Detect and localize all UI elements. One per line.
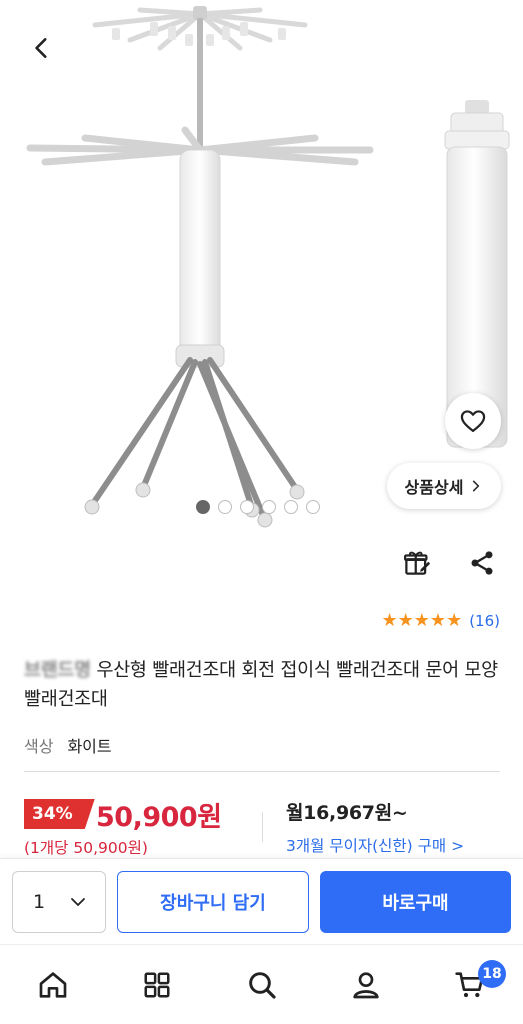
quantity-select[interactable]: 1 (12, 871, 106, 933)
product-detail-label: 상품상세 (404, 478, 464, 497)
quantity-value: 1 (33, 891, 46, 913)
back-button[interactable] (22, 28, 62, 68)
pagination-dot[interactable] (196, 500, 210, 514)
pagination-dot[interactable] (262, 500, 276, 514)
selected-option: 색상 화이트 (24, 733, 112, 757)
category-grid-icon (144, 972, 170, 998)
wishlist-button[interactable] (445, 393, 501, 449)
option-value: 화이트 (67, 737, 112, 756)
search-icon (249, 972, 276, 999)
installment-link[interactable]: 3개월 무이자(신한) 구매 > (286, 834, 464, 856)
pagination-dot[interactable] (284, 500, 298, 514)
nav-search[interactable] (242, 965, 282, 1005)
heart-outline-icon (460, 410, 486, 433)
home-icon (39, 972, 67, 998)
product-image-rack (26, 6, 374, 528)
product-image-gallery[interactable]: 상품상세 (0, 0, 523, 535)
pagination-dot[interactable] (240, 500, 254, 514)
nav-home[interactable] (33, 965, 73, 1005)
chevron-down-icon (71, 898, 85, 906)
share-button[interactable] (465, 546, 499, 580)
divider (24, 771, 500, 772)
product-title: 브랜드명 우산형 빨래건조대 회전 접이식 빨래건조대 문어 모양 빨래건조대 (24, 656, 504, 714)
product-name: 우산형 빨래건조대 회전 접이식 빨래건조대 문어 모양 빨래건조대 (24, 660, 498, 710)
unit-price: (1개당 50,900원) (24, 839, 148, 857)
bottom-nav (0, 944, 523, 1024)
purchase-bar: 1 장바구니 담기 바로구매 (0, 858, 523, 944)
gift-button[interactable] (400, 546, 434, 580)
chevron-right-icon (473, 480, 480, 492)
my-page-icon (353, 972, 379, 999)
chevron-left-icon (35, 38, 47, 58)
image-pagination (196, 500, 320, 514)
cart-count-badge: 18 (478, 960, 506, 988)
price-divider (262, 812, 263, 842)
nav-category[interactable] (137, 965, 177, 1005)
nav-my-page[interactable] (346, 965, 386, 1005)
share-icon (471, 551, 493, 575)
add-to-cart-button[interactable]: 장바구니 담기 (117, 871, 309, 933)
discount-badge: 34% (24, 799, 95, 829)
brand-name: 브랜드명 (24, 660, 91, 681)
pagination-dot[interactable] (218, 500, 232, 514)
rating-stars: ★★★★★ (381, 610, 463, 631)
product-detail-button[interactable]: 상품상세 (387, 463, 501, 509)
sale-price: 50,900원 (96, 802, 222, 833)
gift-icon (404, 551, 431, 575)
review-rating[interactable]: ★★★★★ (16) (382, 611, 500, 631)
buy-now-button[interactable]: 바로구매 (320, 871, 511, 933)
option-label: 색상 (24, 737, 54, 756)
review-count[interactable]: (16) (469, 612, 500, 630)
monthly-price: 월16,967원~ (286, 802, 408, 824)
pagination-dot[interactable] (306, 500, 320, 514)
